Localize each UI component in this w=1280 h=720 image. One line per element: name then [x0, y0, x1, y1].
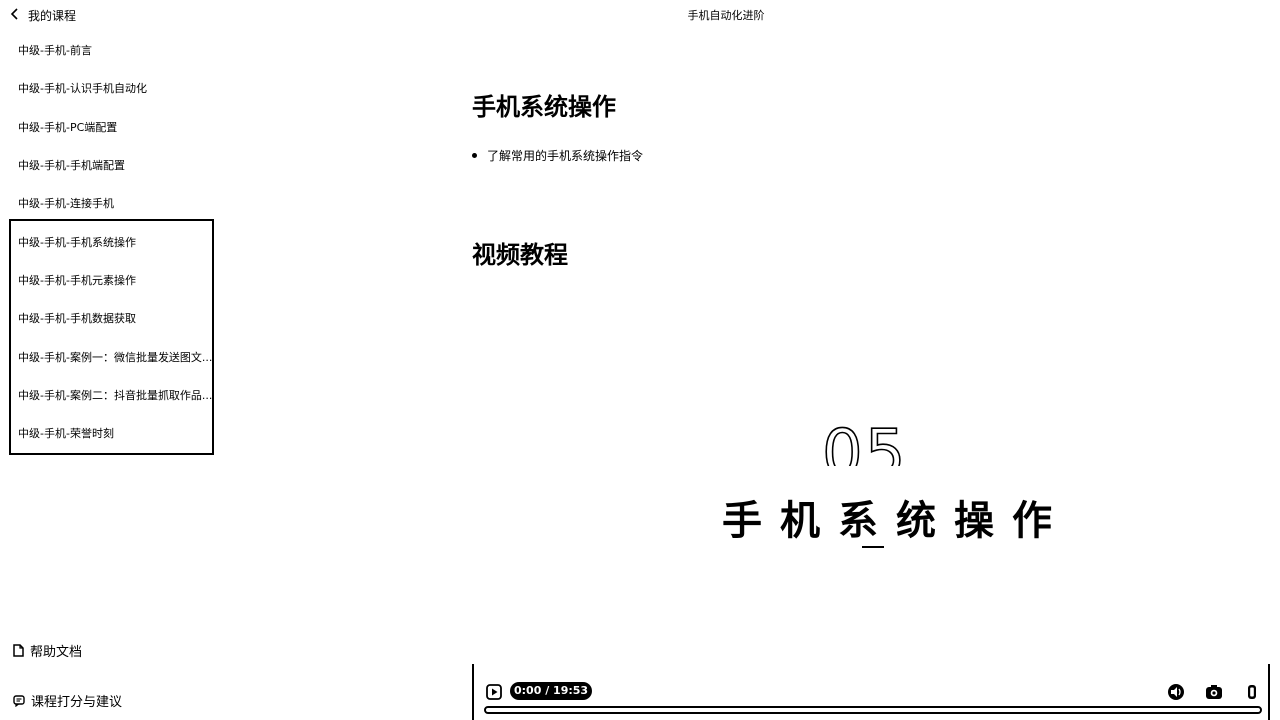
video-controls: 0:00 / 19:53 — [472, 664, 1270, 720]
video-title-card: 手机系统操作 — [722, 498, 1070, 544]
video-section-heading: 视频教程 — [472, 241, 568, 269]
lesson-item[interactable]: 中级-手机-手机数据获取 — [0, 299, 440, 337]
lesson-item[interactable]: 中级-手机-连接手机 — [0, 184, 440, 222]
rate-course-label: 课程打分与建议 — [31, 695, 123, 710]
lesson-item[interactable]: 中级-手机-前言 — [0, 31, 440, 69]
fullscreen-button[interactable] — [1242, 682, 1262, 702]
lesson-item[interactable]: 中级-手机-手机系统操作 — [0, 222, 440, 260]
lesson-list: 中级-手机-前言 中级-手机-认识手机自动化 中级-手机-PC端配置 中级-手机… — [0, 31, 440, 452]
chevron-left-icon — [10, 7, 20, 23]
video-title-underline — [862, 546, 884, 548]
app-window: 我的课程 中级-手机-前言 中级-手机-认识手机自动化 中级-手机-PC端配置 … — [0, 0, 1280, 720]
screenshot-button[interactable] — [1204, 682, 1224, 702]
lesson-item[interactable]: 中级-手机-PC端配置 — [0, 108, 440, 146]
lesson-item[interactable]: 中级-手机-案例二：抖音批量抓取作品... — [0, 376, 440, 414]
main-content: 手机自动化进阶 手机系统操作 了解常用的手机系统操作指令 视频教程 05 手机系… — [440, 0, 1280, 720]
video-progress-bar[interactable] — [484, 706, 1262, 714]
lesson-heading: 手机系统操作 — [472, 93, 616, 121]
comment-icon — [13, 694, 25, 707]
help-docs-link[interactable]: 帮助文档 — [13, 641, 82, 660]
video-player[interactable]: 05 手机系统操作 0:00 / 19:53 — [472, 286, 1270, 720]
lesson-item[interactable]: 中级-手机-手机端配置 — [0, 146, 440, 184]
help-docs-label: 帮助文档 — [30, 645, 83, 660]
objective-item: 了解常用的手机系统操作指令 — [472, 147, 643, 164]
rate-course-link[interactable]: 课程打分与建议 — [13, 691, 122, 710]
video-chapter-number: 05 — [822, 422, 908, 466]
objective-text: 了解常用的手机系统操作指令 — [487, 149, 644, 163]
volume-button[interactable] — [1166, 682, 1186, 702]
fullscreen-icon — [1248, 685, 1256, 699]
video-time: 0:00 / 19:53 — [510, 682, 593, 700]
back-label: 我的课程 — [28, 8, 77, 23]
back-to-my-courses[interactable]: 我的课程 — [10, 6, 76, 24]
document-icon — [13, 644, 24, 657]
window-title-text: 手机自动化进阶 — [687, 9, 765, 22]
volume-icon — [1168, 684, 1184, 700]
lesson-item[interactable]: 中级-手机-案例一：微信批量发送图文... — [0, 337, 440, 375]
camera-icon — [1206, 685, 1222, 699]
bullet-dot-icon — [472, 153, 477, 158]
play-button[interactable] — [486, 684, 502, 700]
lesson-item[interactable]: 中级-手机-手机元素操作 — [0, 261, 440, 299]
lesson-item[interactable]: 中级-手机-认识手机自动化 — [0, 69, 440, 107]
lesson-item[interactable]: 中级-手机-荣誉时刻 — [0, 414, 440, 452]
play-icon — [486, 684, 502, 700]
sidebar: 我的课程 中级-手机-前言 中级-手机-认识手机自动化 中级-手机-PC端配置 … — [0, 0, 440, 720]
